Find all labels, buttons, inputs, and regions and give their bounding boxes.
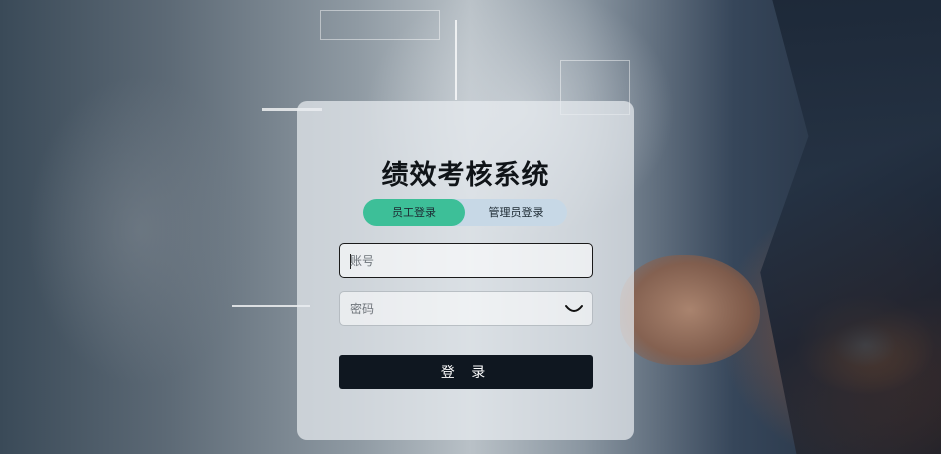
tab-employee-login[interactable]: 员工登录	[363, 199, 465, 226]
eye-closed-icon[interactable]	[564, 301, 584, 315]
background-hand	[620, 255, 760, 365]
login-card: 绩效考核系统 员工登录 管理员登录 登 录	[297, 101, 634, 440]
tab-admin-login[interactable]: 管理员登录	[465, 199, 567, 226]
login-type-tabs: 员工登录 管理员登录	[363, 199, 567, 226]
background-decoration	[455, 20, 457, 100]
account-field	[339, 243, 593, 278]
account-input[interactable]	[350, 244, 558, 277]
page-title: 绩效考核系统	[381, 160, 550, 191]
password-field	[339, 291, 593, 326]
password-input[interactable]	[350, 292, 558, 325]
background-decoration	[320, 10, 440, 40]
login-button[interactable]: 登 录	[339, 355, 593, 389]
